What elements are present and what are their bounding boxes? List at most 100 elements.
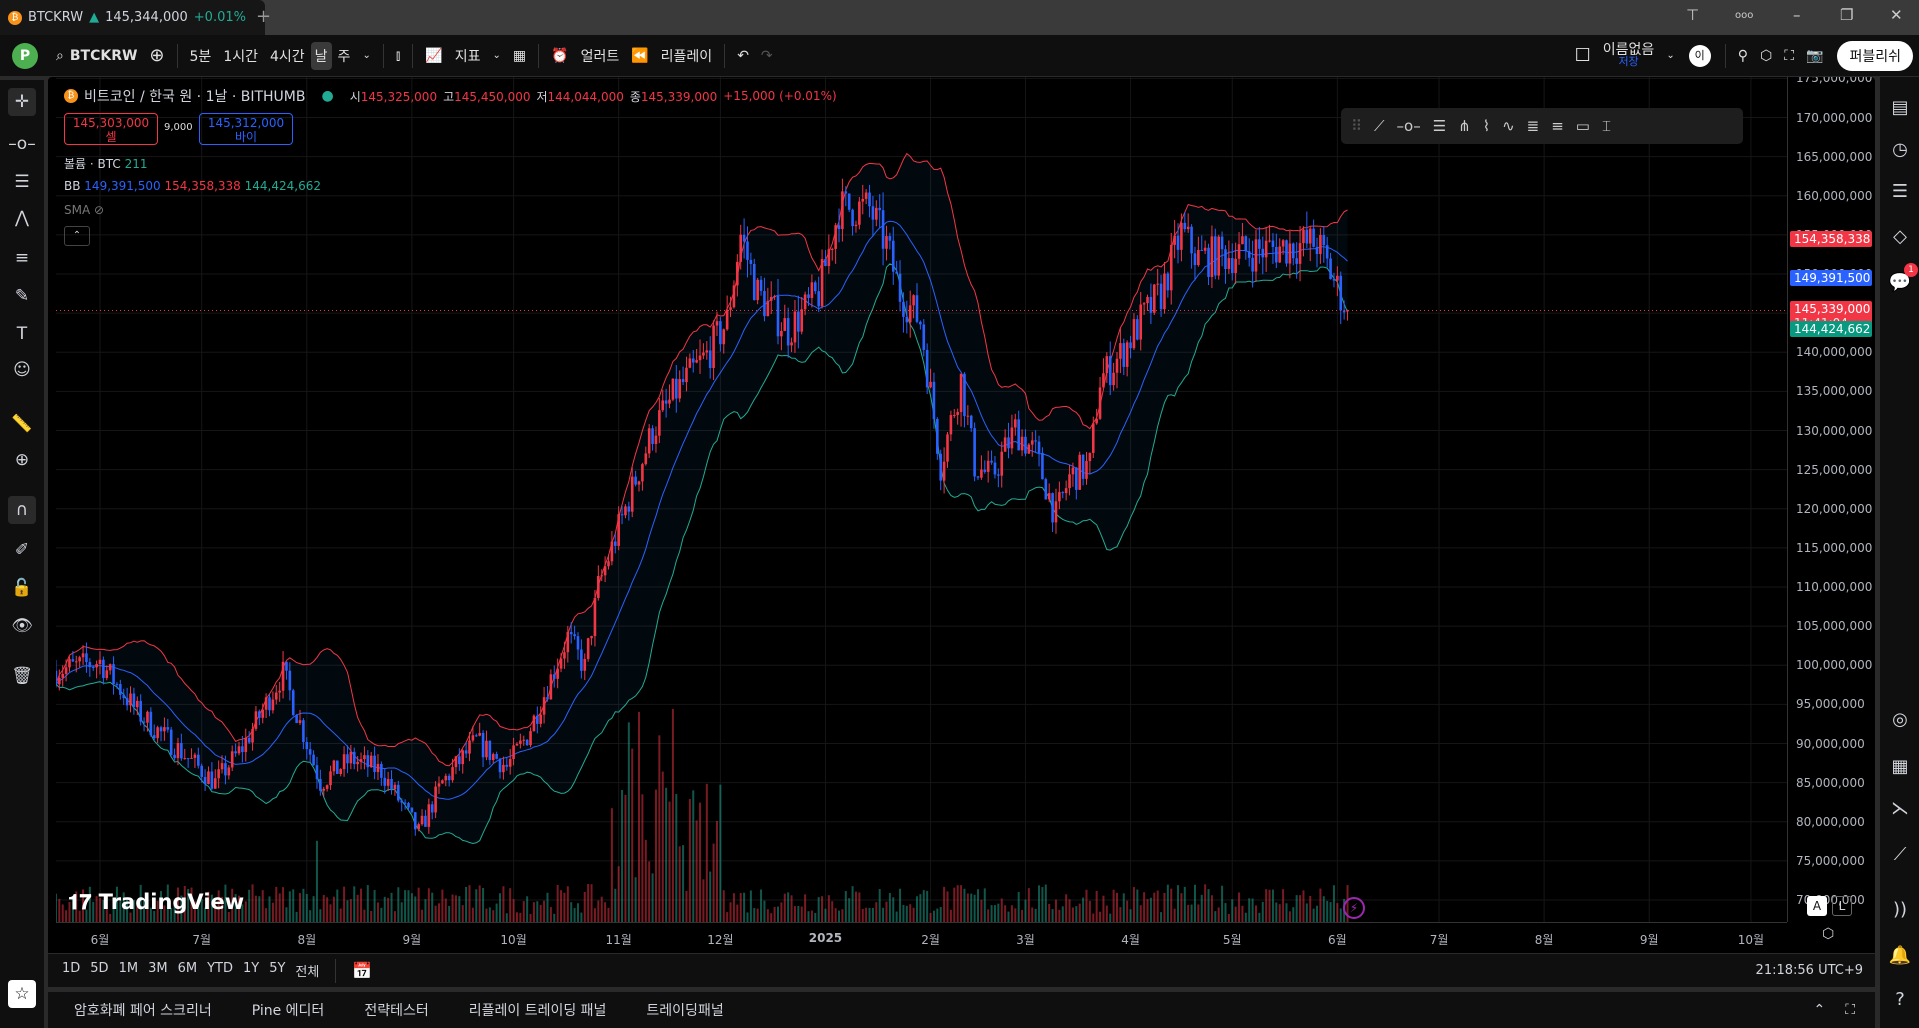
trendline-icon[interactable]: ⟋ — [1374, 117, 1385, 135]
candles-icon[interactable]: ⫾ — [390, 48, 406, 64]
hotlist-icon[interactable]: ☰ — [1887, 179, 1913, 205]
ideas-icon[interactable]: ⋋ — [1887, 796, 1913, 822]
more-button[interactable]: ooo — [1735, 10, 1753, 21]
log-scale-button[interactable]: L — [1832, 896, 1852, 916]
dashboard-icon[interactable]: ◎ — [1887, 707, 1913, 733]
watchlist-icon[interactable]: ▤ — [1887, 95, 1913, 121]
horizontal-ray-icon[interactable]: –o– — [1397, 117, 1421, 135]
horizontal-ray-icon[interactable]: –o– — [8, 130, 36, 158]
tab-screener[interactable]: 암호화폐 페어 스크리너 — [74, 1000, 212, 1020]
publish-button[interactable]: 퍼블리쉬 — [1837, 40, 1913, 71]
price-chart[interactable] — [56, 77, 1787, 922]
tab-trading-panel[interactable]: 트레이딩패널 — [646, 1000, 723, 1020]
avatar[interactable]: P — [12, 42, 38, 69]
range-3m[interactable]: 3M — [148, 961, 168, 980]
chevron-up-icon[interactable]: ⌃ — [1813, 1002, 1825, 1018]
lightning-icon[interactable]: ⚡ — [1343, 897, 1365, 919]
ruler-icon[interactable]: 📏 — [8, 410, 36, 438]
rectangle-icon[interactable]: ▭ — [1576, 117, 1590, 135]
camera-icon[interactable]: 📷 — [1800, 48, 1829, 64]
brush-icon[interactable]: ✎ — [8, 282, 36, 310]
minimize-button[interactable]: – — [1793, 6, 1801, 24]
fib-retracement-icon[interactable]: ≣ — [1527, 117, 1540, 135]
lock-drawing-icon[interactable]: ✐ — [8, 536, 36, 564]
settings-icon[interactable]: ⬡ — [1754, 48, 1778, 64]
redo-icon[interactable]: ↷ — [755, 48, 779, 64]
range-1y[interactable]: 1Y — [243, 961, 259, 980]
calendar-icon[interactable]: ▦ — [1887, 754, 1913, 780]
range-ytd[interactable]: YTD — [207, 961, 233, 980]
indicators-button[interactable]: 지표 — [449, 46, 487, 66]
zoom-in-icon[interactable]: ⊕ — [8, 446, 36, 474]
fib-icon[interactable]: ≡ — [8, 244, 36, 272]
collapse-legend-button[interactable]: ⌃ — [64, 226, 90, 246]
range-5y[interactable]: 5Y — [269, 961, 285, 980]
bb-legend[interactable]: BB 149,391,500 154,358,338 144,424,662 — [64, 179, 321, 193]
parallel-channel-icon[interactable]: ☰ — [1433, 117, 1446, 135]
auto-scale-button[interactable]: A — [1807, 896, 1827, 916]
price-range-icon[interactable]: ⌶ — [1602, 117, 1611, 135]
trash-icon[interactable]: 🗑 — [8, 662, 36, 690]
chevron-down-icon[interactable]: ⌄ — [487, 50, 507, 61]
range-전체[interactable]: 전체 — [295, 961, 319, 980]
alerts-clock-icon[interactable]: ◷ — [1887, 137, 1913, 163]
price-axis[interactable]: 175,000,000 170,000,000 165,000,000 160,000… — [1787, 77, 1875, 922]
browser-tab[interactable]: ₿ BTCKRW ▲ 145,344,000 +0.01% — [0, 0, 265, 35]
chevron-down-icon[interactable]: ⌄ — [1660, 50, 1680, 61]
close-button[interactable]: ✕ — [1890, 6, 1903, 24]
tab-strategy-tester[interactable]: 전략테스터 — [364, 1000, 428, 1020]
eye-icon[interactable]: 👁 — [8, 612, 36, 640]
user-badge[interactable]: 이 — [1688, 44, 1711, 67]
help-icon[interactable]: ? — [1887, 987, 1913, 1013]
magnet-icon[interactable]: ∩ — [8, 496, 36, 524]
star-icon[interactable]: ☆ — [8, 980, 36, 1008]
sma-legend[interactable]: SMA ⊘ — [64, 203, 104, 217]
drag-handle-icon[interactable]: ⠿ — [1351, 117, 1362, 135]
undo-icon[interactable]: ↶ — [731, 48, 755, 64]
interval-1w[interactable]: 주 — [332, 46, 357, 66]
symbol-search[interactable]: BTCKRW — [70, 48, 144, 64]
replay-button[interactable]: 리플레이 — [655, 46, 719, 66]
tab-replay-panel[interactable]: 리플레이 트레이딩 패널 — [469, 1000, 607, 1020]
sell-button[interactable]: 145,303,000 셀 — [64, 113, 158, 145]
abc-pattern-icon[interactable]: ∿ — [1502, 117, 1515, 135]
clock[interactable]: 21:18:56 UTC+9 — [1756, 963, 1863, 978]
pattern-icon[interactable]: ⋀ — [8, 204, 36, 232]
search-icon[interactable]: ⌕ — [50, 48, 70, 64]
maximize-button[interactable]: ❐ — [1840, 6, 1853, 24]
templates-icon[interactable]: ▦ — [507, 48, 532, 64]
volume-legend[interactable]: 볼륨 · BTC 211 — [64, 155, 148, 172]
lock-icon[interactable]: 🔓 — [8, 574, 36, 602]
tradingview-logo[interactable]: 𝟏𝟕 TradingView — [68, 890, 244, 915]
new-tab-button[interactable]: + — [256, 6, 271, 27]
indicators-icon[interactable]: 📈 — [419, 48, 448, 64]
layout-name[interactable]: 이름없음 저장 — [1597, 43, 1661, 68]
pine-icon[interactable]: ⟋ — [1887, 842, 1913, 868]
axis-settings-icon[interactable]: ⬡ — [1822, 926, 1834, 942]
elliott-wave-icon[interactable]: ⌇ — [1483, 117, 1490, 135]
text-icon[interactable]: T — [8, 320, 36, 348]
alert-button[interactable]: 얼러트 — [575, 46, 626, 66]
layout-icon[interactable]: ☐ — [1569, 45, 1597, 66]
fullscreen-icon[interactable]: ⛶ — [1778, 48, 1800, 64]
emoji-icon[interactable]: ☺ — [8, 356, 36, 384]
goto-date-icon[interactable]: 📅 — [352, 961, 372, 980]
pitchfork-icon[interactable]: ⋔ — [1458, 117, 1471, 135]
bell-icon[interactable]: 🔔 — [1887, 943, 1913, 969]
symbol-title[interactable]: 비트코인 / 한국 원 · 1날 · BITHUMB — [84, 86, 305, 106]
range-1d[interactable]: 1D — [62, 961, 80, 980]
crosshair-icon[interactable]: ✛ — [8, 88, 36, 116]
replay-icon[interactable]: ⏪ — [625, 48, 654, 64]
range-1m[interactable]: 1M — [119, 961, 139, 980]
time-axis[interactable]: 6월 7월 8월 9월 10월 11월 12월 2025 2월 3월 4월 5월 6월 7월 8월 9월 10월 — [56, 922, 1787, 952]
interval-1d[interactable]: 날 — [310, 41, 332, 70]
parallel-lines-icon[interactable]: ☰ — [8, 168, 36, 196]
alarm-icon[interactable]: ⏰ — [545, 48, 574, 64]
tab-pine-editor[interactable]: Pine 에디터 — [252, 1000, 325, 1020]
maximize-panel-icon[interactable]: ⛶ — [1845, 1002, 1855, 1018]
range-6m[interactable]: 6M — [178, 961, 198, 980]
compare-add-icon[interactable]: ⊕ — [143, 45, 170, 66]
chevron-down-icon[interactable]: ⌄ — [356, 50, 376, 61]
buy-button[interactable]: 145,312,000 바이 — [199, 113, 293, 145]
interval-5m[interactable]: 5분 — [184, 46, 218, 66]
